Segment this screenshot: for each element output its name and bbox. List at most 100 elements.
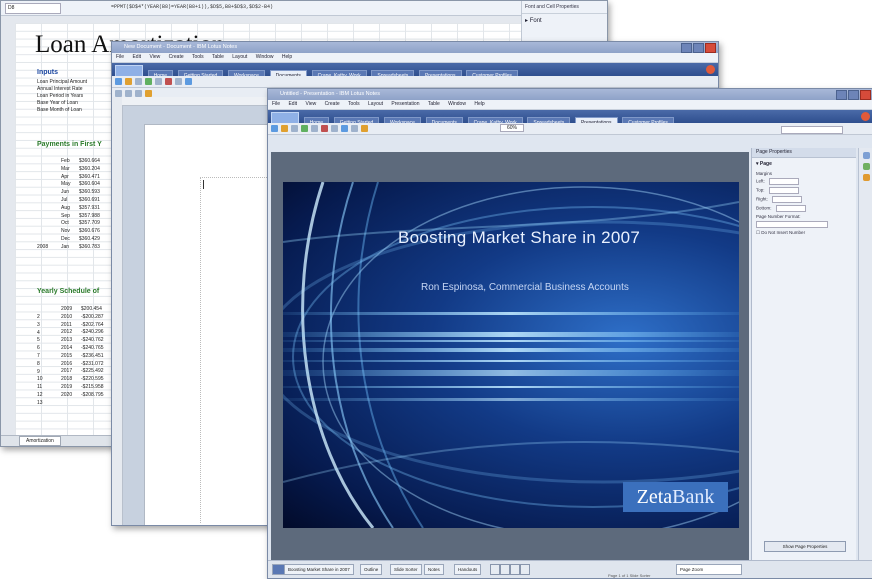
new-icon[interactable] (115, 78, 122, 85)
menu-help[interactable]: Help (474, 101, 484, 107)
side-rail (858, 148, 872, 560)
outline-tab[interactable]: Outline (360, 564, 383, 575)
open-icon[interactable] (281, 125, 288, 132)
menu-window[interactable]: Window (448, 101, 466, 107)
page-section-toggle[interactable]: ▾ Page (752, 158, 856, 170)
menu-tools[interactable]: Tools (192, 54, 204, 60)
redo-icon[interactable] (351, 125, 358, 132)
menu-presentation[interactable]: Presentation (391, 101, 419, 107)
year-cell: 2016 (61, 360, 73, 367)
month-cell: Feb (61, 158, 70, 164)
open-icon[interactable] (125, 78, 132, 85)
maximize-button[interactable] (693, 43, 704, 53)
close-button[interactable] (705, 43, 716, 53)
paste-icon[interactable] (175, 78, 182, 85)
next-page-button[interactable] (510, 564, 520, 575)
value-cell: -$240.762 (81, 337, 104, 344)
month-cell: Aug (61, 204, 70, 211)
save-icon[interactable] (135, 78, 142, 85)
close-tab-icon[interactable] (706, 65, 715, 74)
margin-right-input[interactable] (771, 196, 802, 203)
menu-table[interactable]: Table (428, 101, 440, 107)
page-number-format-select[interactable] (752, 220, 856, 229)
menu-view[interactable]: View (305, 101, 316, 107)
index-cell: 12 (37, 391, 43, 398)
font-section-toggle[interactable]: ▸ Font (522, 14, 607, 27)
properties-icon[interactable] (862, 152, 870, 159)
prev-page-button[interactable] (500, 564, 510, 575)
new-icon[interactable] (271, 125, 278, 132)
margin-bottom-input[interactable] (775, 205, 806, 212)
menu-help[interactable]: Help (282, 54, 292, 60)
margin-left-input[interactable] (768, 178, 799, 185)
notes-tab[interactable]: Notes (424, 564, 444, 575)
page-properties-sidebar: Page Properties ▾ Page Margins Left: Top… (751, 148, 856, 560)
highlight-icon[interactable] (145, 90, 152, 97)
copy-icon[interactable] (321, 125, 328, 132)
close-button[interactable] (860, 90, 871, 100)
years-column: 2009 2010 2011 2012 2013 2014 2015 2016 … (61, 306, 72, 400)
year-cell: 2017 (61, 368, 73, 375)
menu-file[interactable]: File (116, 54, 124, 60)
undo-icon[interactable] (341, 125, 348, 132)
bold-icon[interactable] (115, 90, 122, 97)
menu-layout[interactable]: Layout (368, 101, 383, 107)
window-controls (835, 90, 871, 105)
sheet-tab[interactable]: Amortization (19, 436, 61, 446)
no-number-checkbox-row[interactable]: ☐ Do Not Insert Number (752, 229, 856, 237)
menu-layout[interactable]: Layout (232, 54, 247, 60)
menu-edit[interactable]: Edit (288, 101, 297, 107)
value-cell: $360.593 (79, 189, 100, 196)
minimize-button[interactable] (681, 43, 692, 53)
input-label: Loan Principal Amount (37, 79, 88, 85)
search-input[interactable] (781, 126, 843, 134)
underline-icon[interactable] (135, 90, 142, 97)
save-icon[interactable] (291, 125, 298, 132)
formula-input[interactable]: =PPMT($D$4*(YEAR(B8)=YEAR(B8+1)),$D$5,B8… (111, 3, 507, 12)
italic-icon[interactable] (125, 90, 132, 97)
month-values-column: $360.664 $360.204 $360.471 $360.604 $360… (79, 158, 100, 252)
sidebar-title: Page Properties (752, 148, 856, 158)
menu-tools[interactable]: Tools (348, 101, 360, 107)
print-icon[interactable] (145, 78, 152, 85)
last-page-button[interactable] (520, 564, 530, 575)
payments-header: Payments in First Y (37, 141, 102, 148)
menu-table[interactable]: Table (212, 54, 224, 60)
styles-icon[interactable] (862, 174, 870, 181)
show-page-properties-button[interactable]: Show Page Properties (764, 541, 846, 552)
menu-edit[interactable]: Edit (132, 54, 141, 60)
margin-top-input[interactable] (768, 187, 799, 194)
handouts-tab[interactable]: Handouts (454, 564, 482, 575)
zoom-select[interactable]: 60% (500, 124, 525, 132)
menu-create[interactable]: Create (169, 54, 184, 60)
first-page-button[interactable] (490, 564, 500, 575)
print-icon[interactable] (301, 125, 308, 132)
cut-icon[interactable] (311, 125, 318, 132)
minimize-button[interactable] (836, 90, 847, 100)
menu-file[interactable]: File (272, 101, 280, 107)
format-select-box[interactable] (756, 221, 828, 228)
zoom-layout-select[interactable]: Page Zoom (676, 564, 742, 575)
slide-tab[interactable]: Boosting Market Share in 2007 (284, 564, 354, 575)
paste-icon[interactable] (331, 125, 338, 132)
year-cell: 2018 (61, 376, 73, 383)
presentation-tabstrip: Home Getting Started Workspace Documents… (268, 110, 872, 128)
menu-create[interactable]: Create (325, 101, 340, 107)
create-icon[interactable] (361, 125, 368, 132)
slide-subtitle[interactable]: Ron Espinosa, Commercial Business Accoun… (421, 282, 629, 293)
maximize-button[interactable] (848, 90, 859, 100)
slide-sorter-tab[interactable]: Slide Sorter (390, 564, 422, 575)
slide-canvas[interactable]: Boosting Market Share in 2007 Ron Espino… (283, 182, 739, 528)
cut-icon[interactable] (155, 78, 162, 85)
close-tab-icon[interactable] (861, 112, 870, 121)
undo-icon[interactable] (185, 78, 192, 85)
text-cursor (203, 180, 204, 189)
vertical-ruler (112, 97, 123, 525)
layout-icon[interactable] (862, 163, 870, 170)
cell-reference-box[interactable]: D8 (5, 3, 61, 14)
menu-window[interactable]: Window (256, 54, 274, 60)
copy-icon[interactable] (165, 78, 172, 85)
menu-view[interactable]: View (149, 54, 160, 60)
presentation-window-title: Untitled - Presentation - IBM Lotus Note… (280, 91, 380, 97)
slide-title[interactable]: Boosting Market Share in 2007 (283, 228, 739, 248)
